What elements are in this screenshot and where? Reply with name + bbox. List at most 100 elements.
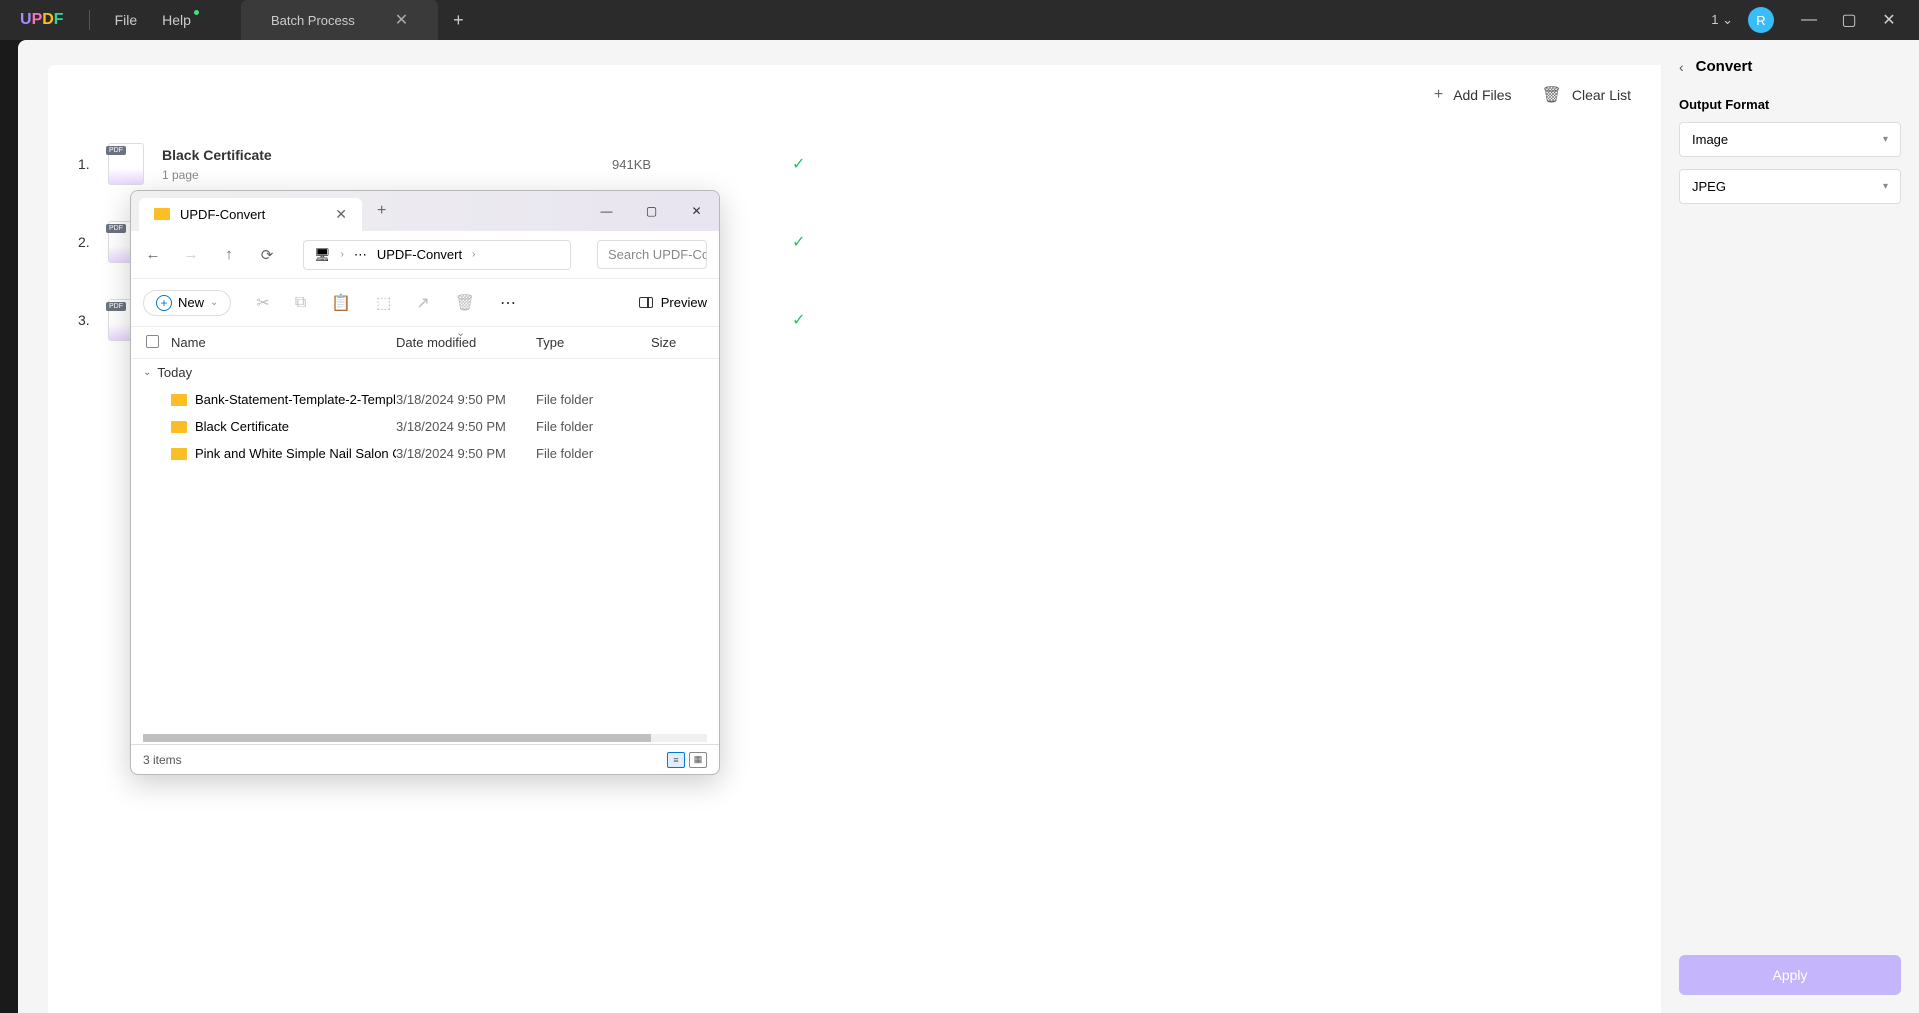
select-all-checkbox[interactable] <box>146 335 171 350</box>
pdf-thumbnail: PDF <box>108 143 144 185</box>
nav-back-button[interactable]: ← <box>143 246 163 263</box>
check-icon: ✓ <box>792 232 832 252</box>
nav-refresh-button[interactable]: ⟳ <box>257 246 277 264</box>
paste-icon[interactable]: 📋 <box>331 293 351 313</box>
group-label: Today <box>157 365 192 380</box>
chevron-down-icon: ▾ <box>1883 181 1888 192</box>
file-explorer-window: UPDF-Convert ✕ + — ▢ ✕ ← → ↑ ⟳ 🖥 › ⋯ UPD… <box>130 190 720 775</box>
share-icon[interactable]: ↗ <box>416 293 429 313</box>
explorer-window-controls: — ▢ ✕ <box>584 191 719 231</box>
copy-icon[interactable]: ⧉ <box>295 294 306 312</box>
plus-circle-icon: + <box>156 295 172 311</box>
folder-name: Black Certificate <box>171 419 396 434</box>
tiles-view-button[interactable]: ▦ <box>689 752 707 768</box>
folder-name: Pink and White Simple Nail Salon Clie... <box>171 446 396 461</box>
main-menu: File Help <box>95 12 211 28</box>
folder-icon <box>171 394 187 406</box>
pdf-badge-icon: PDF <box>106 146 126 155</box>
folder-name: Bank-Statement-Template-2-Templat... <box>171 392 396 407</box>
explorer-tab[interactable]: UPDF-Convert ✕ <box>139 198 362 231</box>
format-type-select[interactable]: Image ▾ <box>1679 122 1901 157</box>
user-avatar[interactable]: R <box>1748 7 1774 33</box>
pc-icon: 🖥 <box>314 247 331 263</box>
app-logo: UPDF <box>0 11 84 29</box>
minimize-button[interactable]: — <box>1789 0 1829 40</box>
explorer-body: ⌄ Today Bank-Statement-Template-2-Templa… <box>131 359 719 734</box>
apply-button[interactable]: Apply <box>1679 955 1901 995</box>
check-icon: ✓ <box>792 310 832 330</box>
more-icon[interactable]: ⋯ <box>354 247 367 263</box>
add-tab-button[interactable]: + <box>438 0 479 41</box>
pdf-badge-icon: PDF <box>106 224 126 233</box>
chevron-down-icon: ⌄ <box>210 297 218 308</box>
close-icon[interactable]: ✕ <box>395 10 408 30</box>
breadcrumb[interactable]: 🖥 › ⋯ UPDF-Convert › <box>303 240 571 270</box>
scrollbar-thumb[interactable] <box>143 734 651 742</box>
preview-toggle[interactable]: Preview <box>639 295 707 310</box>
explorer-add-tab[interactable]: + <box>362 202 401 220</box>
file-name: Black Certificate <box>162 147 612 163</box>
folder-row[interactable]: Pink and White Simple Nail Salon Clie...… <box>131 440 719 467</box>
more-button[interactable]: ⋯ <box>500 293 518 313</box>
explorer-toolbar: + New ⌄ ✂ ⧉ 📋 ⬚ ↗ 🗑 ⋯ Preview <box>131 279 719 327</box>
sidebar-title: Convert <box>1696 58 1753 75</box>
chevron-down-icon: ⌄ <box>143 367 151 378</box>
back-button[interactable]: ‹ <box>1679 59 1684 75</box>
app-titlebar: UPDF File Help Batch Process ✕ + 1 ⌄ R —… <box>0 0 1919 40</box>
explorer-titlebar[interactable]: UPDF-Convert ✕ + — ▢ ✕ <box>131 191 719 231</box>
cut-icon[interactable]: ✂ <box>256 293 269 313</box>
add-files-label: Add Files <box>1453 87 1511 103</box>
close-button[interactable]: ✕ <box>674 191 719 231</box>
item-count: 3 items <box>143 753 182 767</box>
column-date[interactable]: Date modified <box>396 335 536 350</box>
image-format-select[interactable]: JPEG ▾ <box>1679 169 1901 204</box>
tab-batch-process[interactable]: Batch Process ✕ <box>241 0 438 41</box>
explorer-nav: ← → ↑ ⟳ 🖥 › ⋯ UPDF-Convert › Search UPDF… <box>131 231 719 279</box>
chevron-down-icon: ▾ <box>1883 134 1888 145</box>
add-files-button[interactable]: + Add Files <box>1434 85 1512 105</box>
group-today[interactable]: ⌄ Today <box>131 359 719 386</box>
close-button[interactable]: ✕ <box>1869 0 1909 40</box>
convert-sidebar: ‹ Convert Output Format Image ▾ JPEG ▾ A… <box>1661 40 1919 1013</box>
folder-icon <box>154 208 170 220</box>
folder-row[interactable]: Black Certificate 3/18/2024 9:50 PM File… <box>131 413 719 440</box>
file-number: 3. <box>78 312 108 328</box>
file-number: 2. <box>78 234 108 250</box>
breadcrumb-item[interactable]: UPDF-Convert <box>377 247 462 262</box>
menu-file[interactable]: File <box>115 12 138 28</box>
file-info: Black Certificate 1 page <box>162 147 612 182</box>
nav-forward-button[interactable]: → <box>181 246 201 263</box>
menu-help[interactable]: Help <box>162 12 191 28</box>
column-name[interactable]: Name <box>171 335 396 350</box>
horizontal-scrollbar[interactable] <box>143 734 707 742</box>
rename-icon[interactable]: ⬚ <box>376 293 391 313</box>
menu-help-label: Help <box>162 12 191 28</box>
column-size[interactable]: Size <box>651 335 704 350</box>
trash-icon: 🗑 <box>1542 85 1562 105</box>
plus-icon: + <box>1434 86 1443 104</box>
document-tabs: Batch Process ✕ + <box>241 0 479 41</box>
maximize-button[interactable]: ▢ <box>1829 0 1869 40</box>
nav-up-button[interactable]: ↑ <box>219 246 239 263</box>
close-icon[interactable]: ✕ <box>335 206 347 223</box>
details-view-button[interactable]: ≡ <box>667 752 685 768</box>
titlebar-right: 1 ⌄ R — ▢ ✕ <box>1711 0 1919 40</box>
clear-list-label: Clear List <box>1572 87 1631 103</box>
clear-list-button[interactable]: 🗑 Clear List <box>1542 85 1631 105</box>
explorer-search[interactable]: Search UPDF-Co <box>597 240 707 269</box>
explorer-statusbar: 3 items ≡ ▦ <box>131 744 719 774</box>
folder-icon <box>171 421 187 433</box>
column-type[interactable]: Type <box>536 335 651 350</box>
delete-icon[interactable]: 🗑 <box>455 293 475 313</box>
folder-type: File folder <box>536 419 651 434</box>
folder-row[interactable]: Bank-Statement-Template-2-Templat... 3/1… <box>131 386 719 413</box>
maximize-button[interactable]: ▢ <box>629 191 674 231</box>
minimize-button[interactable]: — <box>584 191 629 231</box>
chevron-right-icon: › <box>341 249 344 260</box>
window-controls: — ▢ ✕ <box>1789 0 1909 40</box>
select-value: JPEG <box>1692 179 1726 194</box>
new-button[interactable]: + New ⌄ <box>143 290 231 316</box>
new-label: New <box>178 295 204 310</box>
folder-date: 3/18/2024 9:50 PM <box>396 446 536 461</box>
tab-counter[interactable]: 1 ⌄ <box>1711 12 1733 28</box>
